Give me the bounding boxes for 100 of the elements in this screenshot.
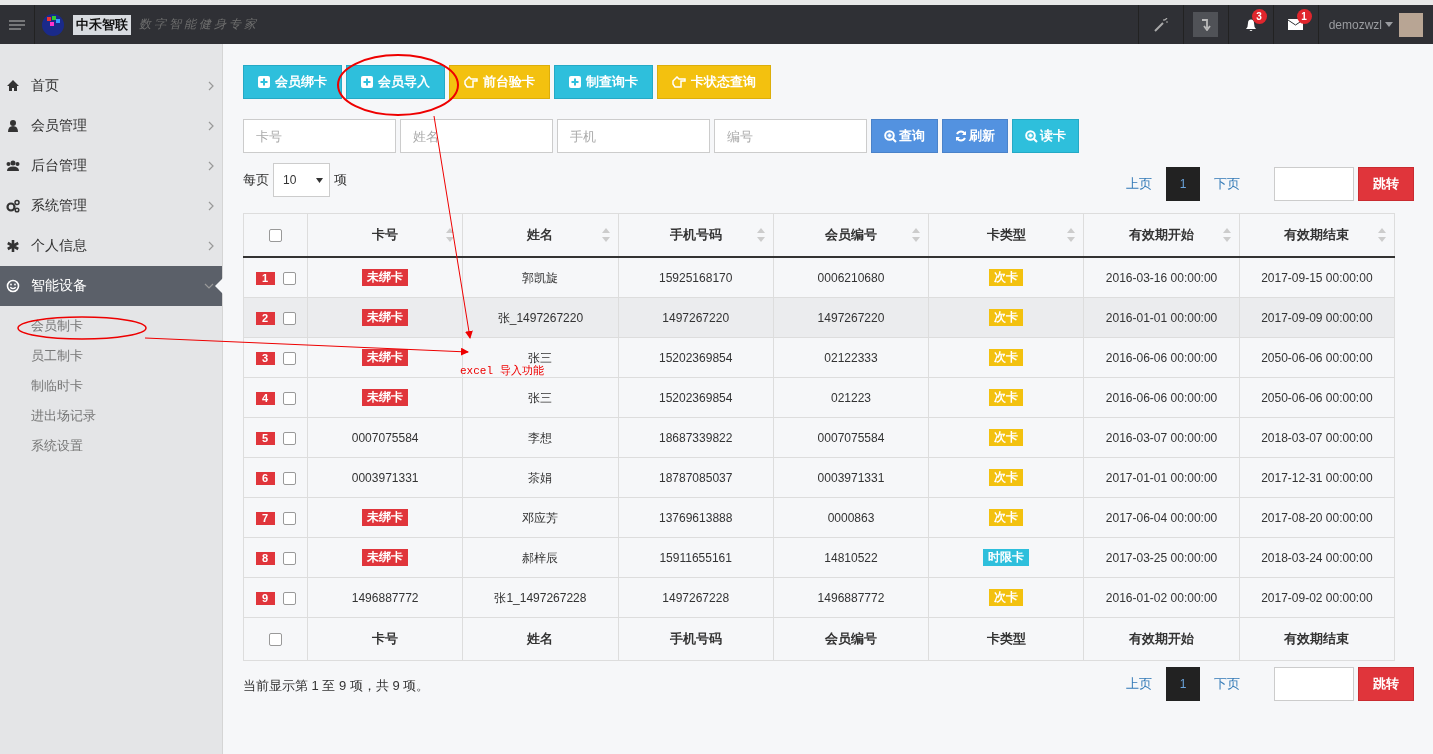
- row-checkbox[interactable]: [282, 431, 296, 445]
- table-cell: 2017-09-09 00:00:00: [1261, 310, 1373, 325]
- table-cell: 张1_1497267228: [494, 590, 587, 605]
- table-cell: 2016-06-06 00:00:00: [1105, 350, 1218, 365]
- table-cell: 1497267220: [662, 310, 730, 325]
- smile-icon: [6, 279, 20, 293]
- sidebar-item[interactable]: 个人信息: [0, 226, 222, 266]
- chevron-icon: [208, 241, 214, 251]
- search-field[interactable]: 手机: [557, 119, 710, 153]
- per-page-unit: 项: [334, 171, 347, 189]
- asterisk-icon: [6, 239, 20, 253]
- chevron-icon: [208, 161, 214, 171]
- column-header[interactable]: 有效期结束: [1239, 213, 1395, 257]
- table-cell: 郭凯旋: [522, 270, 559, 285]
- caret-icon: [1385, 22, 1393, 27]
- sidebar-item[interactable]: 会员管理: [0, 106, 222, 146]
- table-info-text: 当前显示第 1 至 9 项，共 9 项。: [243, 677, 430, 695]
- down-arrow-icon: [1200, 18, 1211, 31]
- page-size-select[interactable]: 10: [273, 163, 330, 197]
- magic-wand-icon[interactable]: [1153, 17, 1168, 32]
- pointing-hand-icon: [672, 76, 686, 88]
- column-header[interactable]: 有效期开始: [1083, 213, 1240, 257]
- table-cell: 0007075584: [817, 430, 885, 445]
- page-jump-field[interactable]: [1274, 667, 1354, 701]
- per-page-label: 每页: [243, 171, 269, 189]
- next-page-link[interactable]: 下页: [1200, 675, 1254, 693]
- sidebar-item[interactable]: 系统管理: [0, 186, 222, 226]
- table-cell: 15911655161: [659, 550, 732, 565]
- row-number: 2: [255, 311, 275, 325]
- table-cell: 2017-01-01 00:00:00: [1105, 470, 1218, 485]
- submenu-item[interactable]: 制临时卡: [0, 371, 222, 401]
- select-all-checkbox[interactable]: [269, 633, 282, 647]
- page-number[interactable]: 1: [1166, 167, 1200, 201]
- submenu-item[interactable]: 系统设置: [0, 431, 222, 461]
- sort-icon[interactable]: [446, 228, 455, 242]
- envelope-icon[interactable]: [1288, 19, 1304, 30]
- table-cell: 2016-03-16 00:00:00: [1105, 270, 1218, 285]
- home-icon: [6, 79, 20, 93]
- download-arrow-button[interactable]: [1193, 12, 1219, 37]
- table-cell: 2017-03-25 00:00:00: [1105, 550, 1218, 565]
- status-badge: 未绑卡: [362, 309, 409, 326]
- table-cell: 2050-06-06 00:00:00: [1261, 350, 1373, 365]
- search-field[interactable]: 卡号: [243, 119, 396, 153]
- page-jump-field[interactable]: [1274, 167, 1354, 201]
- table-cell: 2016-03-07 00:00:00: [1105, 430, 1218, 445]
- column-footer: 有效期开始: [1083, 617, 1240, 661]
- row-number: 9: [255, 591, 275, 605]
- card-type-badge: 次卡: [989, 589, 1024, 606]
- plus-square-icon: [569, 76, 581, 88]
- jump-button[interactable]: 跳转: [1358, 667, 1414, 701]
- table-cell: 郝梓辰: [522, 550, 559, 565]
- submenu-item[interactable]: 员工制卡: [0, 341, 222, 371]
- logo-text: 中禾智联: [73, 14, 131, 35]
- table-cell: 15202369854: [659, 350, 733, 365]
- search-field[interactable]: 姓名: [400, 119, 553, 153]
- page-number[interactable]: 1: [1166, 667, 1200, 701]
- column-header[interactable]: 姓名: [462, 213, 619, 257]
- search-button[interactable]: 查询: [871, 119, 938, 153]
- submenu-item[interactable]: 会员制卡: [0, 311, 222, 341]
- column-footer: 卡号: [307, 617, 463, 661]
- row-checkbox[interactable]: [282, 471, 296, 485]
- sidebar-item[interactable]: 后台管理: [0, 146, 222, 186]
- table-cell: 14810522: [824, 550, 878, 565]
- plus-square-icon: [258, 76, 270, 88]
- table-cell: 0007075584: [351, 430, 419, 445]
- table-cell: 0003971331: [351, 470, 419, 485]
- previous-page-link[interactable]: 上页: [1112, 175, 1166, 193]
- row-checkbox[interactable]: [282, 551, 296, 565]
- sidebar-item[interactable]: 智能设备: [0, 266, 222, 306]
- row-checkbox[interactable]: [282, 311, 296, 325]
- row-checkbox[interactable]: [282, 391, 296, 405]
- column-header[interactable]: 会员编号: [773, 213, 929, 257]
- globe-logo-icon: [41, 12, 65, 37]
- table-cell: 张_1497267220: [497, 310, 584, 325]
- card-type-badge: 时限卡: [983, 549, 1030, 566]
- next-page-link[interactable]: 下页: [1200, 175, 1254, 193]
- row-checkbox[interactable]: [282, 271, 296, 285]
- menu-icon[interactable]: [9, 19, 25, 30]
- status-badge: 未绑卡: [362, 349, 409, 366]
- row-checkbox[interactable]: [282, 591, 296, 605]
- pointing-hand-icon: [464, 76, 478, 88]
- select-all-checkbox[interactable]: [269, 229, 282, 243]
- table-cell: 2018-03-07 00:00:00: [1261, 430, 1373, 445]
- previous-page-link[interactable]: 上页: [1112, 675, 1166, 693]
- row-number: 6: [255, 471, 275, 485]
- jump-button[interactable]: 跳转: [1358, 167, 1414, 201]
- table-cell: 1496887772: [351, 590, 419, 605]
- gears-icon: [6, 199, 20, 213]
- search-field[interactable]: 编号: [714, 119, 867, 153]
- row-checkbox[interactable]: [282, 511, 296, 525]
- card-type-badge: 次卡: [989, 509, 1024, 526]
- bell-icon[interactable]: [1243, 17, 1258, 32]
- column-header[interactable]: 手机号码: [618, 213, 774, 257]
- sidebar-item[interactable]: 首页: [0, 66, 222, 106]
- column-header[interactable]: 卡号: [307, 213, 463, 257]
- column-header[interactable]: 卡类型: [928, 213, 1084, 257]
- submenu-item[interactable]: 进出场记录: [0, 401, 222, 431]
- search-button[interactable]: 刷新: [942, 119, 1008, 153]
- message-count: 1: [1296, 9, 1312, 24]
- row-checkbox[interactable]: [282, 351, 296, 365]
